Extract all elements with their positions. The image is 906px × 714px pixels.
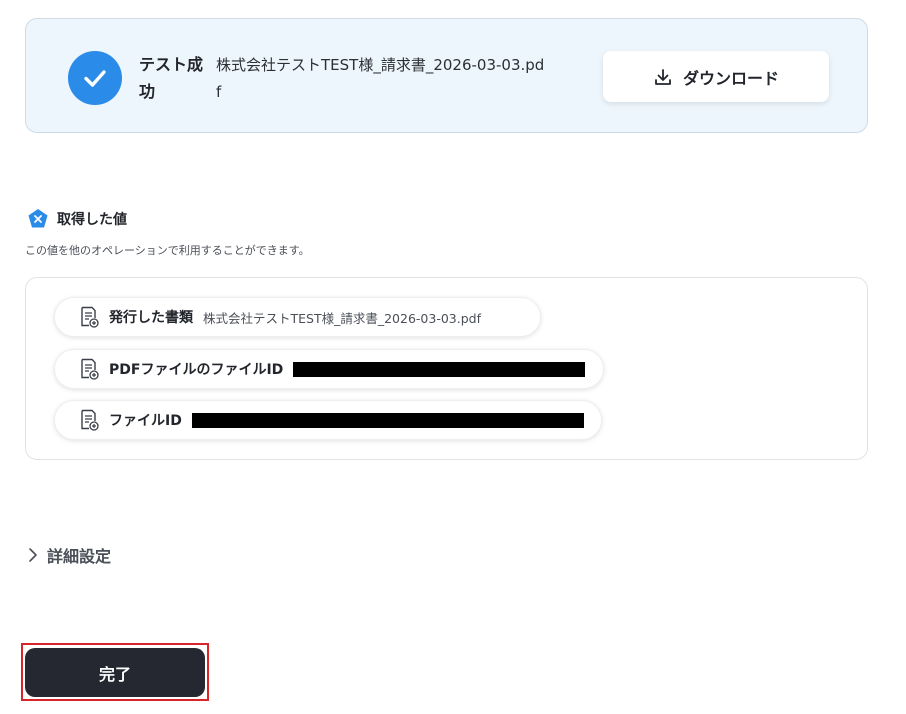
test-status-label: テスト成功 (139, 55, 204, 101)
download-icon (655, 68, 671, 85)
acquired-values-list: 発行した書類 株式会社テストTEST様_請求書_2026-03-03.pdf P… (25, 277, 868, 460)
document-add-icon (81, 306, 99, 328)
value-chip-label: PDFファイルのファイルID (109, 362, 284, 378)
value-chip-value: 株式会社テストTEST様_請求書_2026-03-03.pdf (203, 310, 481, 326)
download-label: ダウンロード (682, 68, 779, 88)
value-chip-pdf-file-id[interactable]: PDFファイルのファイルID (54, 349, 604, 389)
document-add-icon (81, 358, 99, 380)
test-result-panel: テスト成功 株式会社テストTEST様_請求書_2026-03-03.pdf ダウ… (25, 18, 868, 133)
download-button[interactable]: ダウンロード (603, 51, 829, 102)
value-chip-issued-document[interactable]: 発行した書類 株式会社テストTEST様_請求書_2026-03-03.pdf (54, 297, 541, 337)
acquired-values-header: 取得した値 (27, 208, 127, 230)
redacted-value (293, 361, 586, 377)
chevron-right-icon (29, 548, 37, 562)
complete-label: 完了 (98, 664, 131, 684)
success-check-icon (68, 51, 122, 105)
advanced-settings-label: 詳細設定 (47, 547, 112, 566)
variable-x-icon (28, 209, 48, 228)
document-add-icon (81, 409, 99, 431)
value-chip-label: 発行した書類 (109, 310, 193, 326)
complete-button[interactable]: 完了 (25, 648, 205, 697)
result-file-name: 株式会社テストTEST様_請求書_2026-03-03.pdf (216, 56, 545, 101)
advanced-settings-toggle[interactable]: 詳細設定 (27, 543, 111, 567)
value-chip-label: ファイルID (109, 413, 182, 429)
redacted-value (191, 412, 584, 428)
value-chip-file-id[interactable]: ファイルID (54, 400, 602, 440)
acquired-values-description: この値を他のオペレーションで利用することができます。 (25, 244, 310, 257)
acquired-values-title: 取得した値 (57, 212, 127, 228)
